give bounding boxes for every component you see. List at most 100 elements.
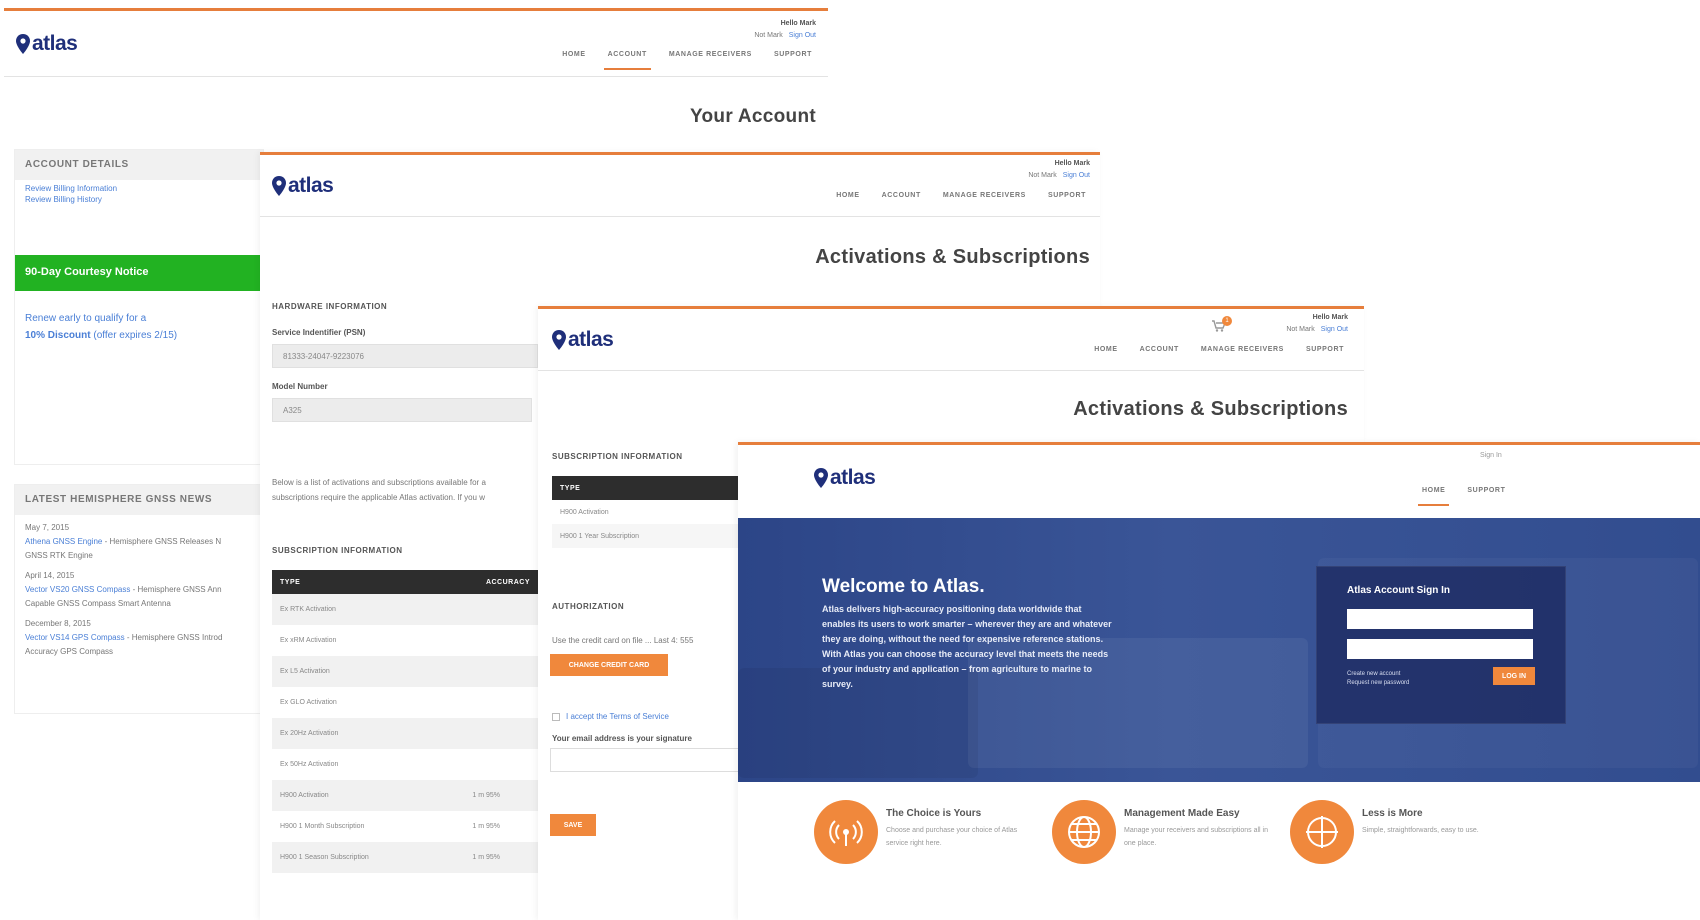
terms-link[interactable]: I accept the Terms of Service bbox=[566, 712, 669, 721]
user-greeting: Hello Mark bbox=[780, 20, 816, 27]
news-text-2: GNSS RTK Engine bbox=[25, 551, 93, 560]
hero-description: Atlas delivers high-accuracy positioning… bbox=[822, 604, 1112, 689]
user-greeting: Hello Mark bbox=[1054, 160, 1090, 167]
change-card-button[interactable]: CHANGE CREDIT CARD bbox=[550, 654, 668, 676]
table-row[interactable]: Ex 20Hz Activation bbox=[272, 718, 538, 749]
page-title: Your Account bbox=[689, 106, 816, 127]
subscription-heading: SUBSCRIPTION INFORMATION bbox=[552, 452, 683, 461]
not-user-link[interactable]: Not Mark bbox=[1028, 172, 1056, 179]
intro-line-1: Below is a list of activations and subsc… bbox=[272, 478, 486, 487]
feature-title: Management Made Easy bbox=[1124, 808, 1240, 819]
row-type: Ex xRM Activation bbox=[280, 637, 337, 644]
table-row[interactable]: H900 1 Year Subscription bbox=[552, 524, 738, 548]
signout-link[interactable]: Sign Out bbox=[1063, 172, 1090, 179]
feature-title: Less is More bbox=[1362, 808, 1423, 819]
table-body: Ex RTK Activation Ex xRM Activation Ex L… bbox=[272, 594, 538, 873]
news-link[interactable]: Vector VS14 GPS Compass bbox=[25, 633, 125, 642]
nav-support[interactable]: SUPPORT bbox=[774, 51, 812, 58]
table-row[interactable]: H900 Activation bbox=[552, 500, 738, 524]
antenna-icon bbox=[814, 800, 878, 864]
signin-title: Atlas Account Sign In bbox=[1347, 585, 1450, 596]
table-header: TYPE bbox=[552, 476, 738, 500]
news-link[interactable]: Vector VS20 GNSS Compass bbox=[25, 585, 130, 594]
login-button[interactable]: LOG IN bbox=[1493, 667, 1535, 685]
table-row[interactable]: Ex GLO Activation bbox=[272, 687, 538, 718]
crosshair-icon bbox=[1290, 800, 1354, 864]
user-block: Hello Mark Not Mark Sign Out bbox=[1280, 312, 1348, 336]
nav-home[interactable]: HOME bbox=[1094, 346, 1117, 353]
atlas-logo[interactable]: atlas bbox=[16, 32, 78, 56]
table-row[interactable]: H900 Activation 1 m 95% bbox=[272, 780, 538, 811]
main-nav: HOME SUPPORT bbox=[1417, 487, 1505, 506]
news-date: April 14, 2015 bbox=[25, 571, 75, 580]
brand-bar bbox=[538, 306, 1364, 309]
request-password-link[interactable]: Request new password bbox=[1347, 680, 1409, 686]
atlas-logo[interactable]: atlas bbox=[814, 466, 876, 490]
signature-input[interactable] bbox=[550, 748, 740, 772]
feature-title: The Choice is Yours bbox=[886, 808, 982, 819]
table-row[interactable]: H900 1 Season Subscription 1 m 95% bbox=[272, 842, 538, 873]
logo-text: atlas bbox=[830, 466, 876, 489]
news-heading: LATEST HEMISPHERE GNSS NEWS bbox=[15, 485, 263, 515]
signin-link[interactable]: Sign In bbox=[1480, 452, 1502, 459]
nav-support[interactable]: SUPPORT bbox=[1048, 192, 1086, 199]
brand-bar bbox=[738, 442, 1700, 445]
header-divider bbox=[260, 216, 1100, 217]
nav-account[interactable]: ACCOUNT bbox=[882, 192, 921, 199]
username-input[interactable] bbox=[1347, 609, 1533, 629]
nav-manage-receivers[interactable]: MANAGE RECEIVERS bbox=[943, 192, 1026, 199]
table-row[interactable]: H900 1 Month Subscription 1 m 95% bbox=[272, 811, 538, 842]
row-type: Ex L5 Activation bbox=[280, 668, 330, 675]
create-account-link[interactable]: Create new account bbox=[1347, 671, 1400, 677]
table-row[interactable]: Ex 50Hz Activation bbox=[272, 749, 538, 780]
signout-link[interactable]: Sign Out bbox=[1321, 326, 1348, 333]
news-link[interactable]: Athena GNSS Engine bbox=[25, 537, 102, 546]
pin-icon bbox=[272, 176, 286, 196]
billing-history-link[interactable]: Review Billing History bbox=[15, 193, 263, 206]
user-block: Hello Mark Not Mark Sign Out bbox=[1022, 158, 1090, 182]
row-accuracy: 1 m 95% bbox=[472, 854, 500, 861]
authorization-heading: AUTHORIZATION bbox=[552, 602, 625, 611]
nav-support[interactable]: SUPPORT bbox=[1467, 487, 1505, 494]
save-button[interactable]: SAVE bbox=[550, 814, 596, 836]
signin-panel: Atlas Account Sign In Create new account… bbox=[1316, 566, 1566, 724]
table-row[interactable]: Ex L5 Activation bbox=[272, 656, 538, 687]
terms-checkbox[interactable] bbox=[552, 712, 560, 721]
model-label: Model Number bbox=[272, 382, 328, 391]
news-item: April 14, 2015 Vector VS20 GNSS Compass … bbox=[25, 569, 253, 611]
nav-manage-receivers[interactable]: MANAGE RECEIVERS bbox=[1201, 346, 1284, 353]
row-accuracy: 1 m 95% bbox=[472, 792, 500, 799]
discount-link[interactable]: 10% Discount bbox=[25, 330, 91, 341]
news-list: May 7, 2015 Athena GNSS Engine - Hemisph… bbox=[15, 515, 263, 665]
not-user-link[interactable]: Not Mark bbox=[754, 32, 782, 39]
news-text-2: Accuracy GPS Compass bbox=[25, 647, 114, 656]
nav-home[interactable]: HOME bbox=[836, 192, 859, 199]
intro-line-2: subscriptions require the applicable Atl… bbox=[272, 493, 486, 502]
nav-home[interactable]: HOME bbox=[562, 51, 585, 58]
signout-link[interactable]: Sign Out bbox=[789, 32, 816, 39]
atlas-logo[interactable]: atlas bbox=[272, 174, 334, 198]
cart-icon[interactable]: 1 bbox=[1212, 316, 1234, 332]
screen-welcome: atlas Sign In HOME SUPPORT Welcome to At… bbox=[738, 442, 1700, 920]
nav-account[interactable]: ACCOUNT bbox=[603, 51, 652, 70]
password-input[interactable] bbox=[1347, 639, 1533, 659]
nav-manage-receivers[interactable]: MANAGE RECEIVERS bbox=[669, 51, 752, 58]
nav-account[interactable]: ACCOUNT bbox=[1140, 346, 1179, 353]
table-row[interactable]: Ex xRM Activation bbox=[272, 625, 538, 656]
nav-home[interactable]: HOME bbox=[1417, 487, 1450, 506]
page-title: Activations & Subscriptions bbox=[1073, 398, 1348, 420]
col-type: TYPE bbox=[280, 578, 301, 586]
news-text-2: Capable GNSS Compass Smart Antenna bbox=[25, 599, 171, 608]
hero-banner: Welcome to Atlas. Atlas delivers high-ac… bbox=[738, 518, 1700, 782]
not-user-link[interactable]: Not Mark bbox=[1286, 326, 1314, 333]
nav-support[interactable]: SUPPORT bbox=[1306, 346, 1344, 353]
globe-icon bbox=[1052, 800, 1116, 864]
main-nav: HOME ACCOUNT MANAGE RECEIVERS SUPPORT bbox=[562, 51, 812, 70]
card-on-file-text: Use the credit card on file ... Last 4: … bbox=[552, 636, 694, 645]
atlas-logo[interactable]: atlas bbox=[552, 328, 614, 352]
table-row[interactable]: Ex RTK Activation bbox=[272, 594, 538, 625]
main-nav: HOME ACCOUNT MANAGE RECEIVERS SUPPORT bbox=[1094, 346, 1344, 353]
billing-info-link[interactable]: Review Billing Information bbox=[15, 180, 263, 193]
hero-title: Welcome to Atlas. bbox=[822, 576, 985, 597]
renew-line[interactable]: Renew early to qualify for a bbox=[25, 310, 177, 327]
